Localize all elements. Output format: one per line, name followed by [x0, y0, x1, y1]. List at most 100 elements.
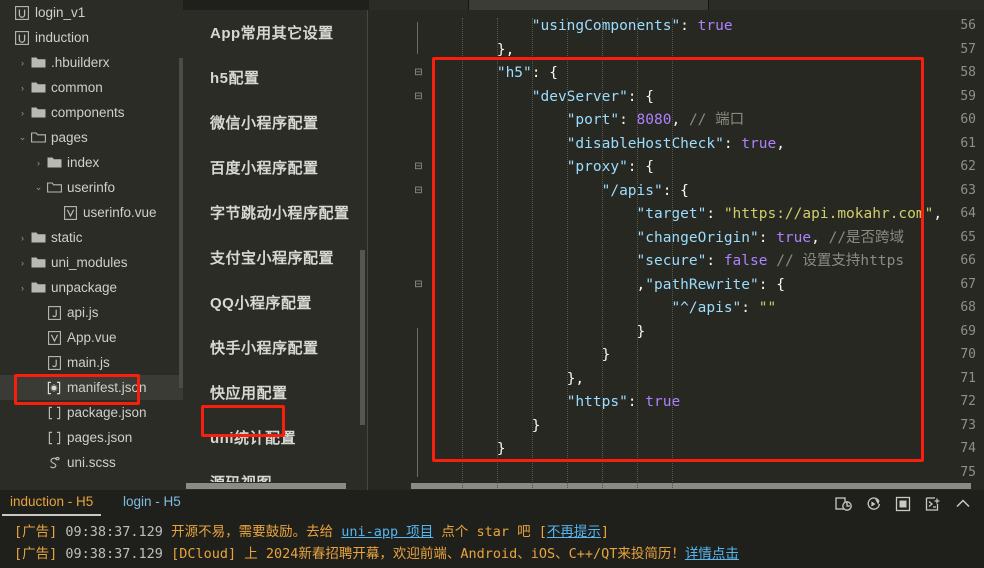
file-tree-item[interactable]: › index — [0, 150, 183, 175]
editor-tab-partial-3[interactable] — [709, 0, 984, 10]
chevron-right-icon[interactable]: › — [32, 158, 45, 168]
manifest-section-item-label: h5配置 — [210, 70, 260, 87]
file-tree-item[interactable]: › static — [0, 225, 183, 250]
fold-toggle-icon[interactable]: ⊟ — [413, 68, 424, 79]
console-tab[interactable]: login - H5 — [115, 494, 189, 516]
code-line[interactable]: "target": "https://api.mokahr.com", — [427, 206, 943, 222]
code-line[interactable]: } — [427, 441, 506, 457]
code-token: true — [697, 18, 733, 34]
file-tree[interactable]: login_v1 induction › .hbuilderx › common › comp… — [0, 0, 183, 475]
code-token: , — [933, 206, 943, 222]
chevron-down-icon[interactable]: ⌄ — [32, 182, 45, 193]
folder-icon — [29, 106, 47, 119]
code-editor[interactable]: 56 57 58 59 60 61 62 63 64 65 66 67 68 69 70 71 72 73 74 75… — [369, 10, 984, 490]
code-line[interactable]: }, — [427, 42, 514, 58]
log-text-tail: ] — [600, 524, 610, 540]
restart-server-icon[interactable] — [832, 493, 854, 515]
menu-horizontal-scrollbar[interactable] — [183, 482, 367, 490]
file-tree-item[interactable]: pages.json — [0, 425, 183, 450]
code-token: , — [671, 112, 689, 128]
chevron-right-icon[interactable]: › — [16, 258, 29, 268]
chevron-right-icon[interactable]: › — [16, 283, 29, 293]
console-tab[interactable]: induction - H5 — [2, 494, 102, 516]
editor-tab-partial-1[interactable] — [369, 0, 469, 10]
code-token: : — [619, 112, 637, 128]
code-line[interactable]: "port": 8080, // 端口 — [427, 112, 744, 128]
file-tree-item[interactable]: login_v1 — [0, 0, 183, 25]
file-tree-item[interactable]: main.js — [0, 350, 183, 375]
code-line[interactable]: "changeOrigin": true, //是否跨域 — [427, 229, 905, 246]
manifest-section-item-label: 支付宝小程序配置 — [210, 250, 335, 267]
chevron-right-icon[interactable]: › — [16, 233, 29, 243]
code-token: "disableHostCheck" — [566, 135, 724, 152]
code-line[interactable]: "https": true — [427, 394, 681, 410]
code-token: "https://api.mokahr.com" — [723, 206, 934, 222]
file-tree-item[interactable]: userinfo.vue — [0, 200, 183, 225]
file-tree-item[interactable]: induction — [0, 25, 183, 50]
code-line[interactable]: "disableHostCheck": true, — [427, 136, 785, 152]
log-tag: [广告] — [14, 524, 58, 540]
fold-toggle-icon[interactable]: ⊟ — [413, 91, 424, 103]
code-line[interactable]: } — [427, 324, 646, 340]
chevron-right-icon[interactable]: › — [16, 83, 29, 93]
file-tree-item-label: pages — [51, 130, 88, 145]
file-tree-item[interactable]: › components — [0, 100, 183, 125]
file-tree-item[interactable]: › common — [0, 75, 183, 100]
chevron-right-icon[interactable]: › — [16, 58, 29, 68]
log-link-secondary[interactable]: 不再提示 — [547, 524, 601, 540]
manifest-section-item[interactable]: QQ小程序配置 — [183, 280, 367, 325]
code-token: : — [706, 253, 724, 269]
run-icon[interactable] — [862, 493, 884, 515]
manifest-section-menu[interactable]: App常用其它设置 h5配置微信小程序配置 百度小程序配置 字节跳动小程序配置支付宝小… — [183, 10, 368, 490]
code-line[interactable]: } — [427, 418, 541, 434]
chevron-right-icon[interactable]: › — [16, 108, 29, 118]
log-link[interactable]: 详情点击 — [685, 546, 739, 562]
log-link[interactable]: uni-app 项目 — [341, 524, 433, 540]
manifest-section-list[interactable]: App常用其它设置 h5配置微信小程序配置 百度小程序配置 字节跳动小程序配置支付宝小… — [183, 10, 367, 490]
hbuilderx-window: login_v1 induction › .hbuilderx › common › comp… — [0, 0, 984, 568]
editor-tab-partial-2[interactable] — [469, 0, 709, 10]
manifest-section-item[interactable]: h5配置 — [183, 55, 367, 100]
file-tree-item[interactable]: ⌄ pages — [0, 125, 183, 150]
code-line[interactable]: } — [427, 347, 611, 363]
collapse-panel-icon[interactable] — [952, 493, 974, 515]
stop-icon[interactable] — [892, 493, 914, 515]
manifest-section-item[interactable]: 快应用配置 — [183, 370, 367, 415]
manifest-section-item[interactable]: App常用其它设置 — [183, 10, 367, 55]
manifest-section-item[interactable]: 微信小程序配置 — [183, 100, 367, 145]
manifest-section-item[interactable]: 快手小程序配置 — [183, 325, 367, 370]
console-log-area[interactable]: [广告] 09:38:37.129 开源不易，需要鼓励。去给 uni-app 项… — [0, 520, 984, 568]
code-line[interactable]: }, — [427, 371, 584, 387]
manifest-section-item[interactable]: uni统计配置 — [183, 415, 367, 460]
editor-code-lines[interactable]: "usingComponents": true }, "h5": { "devS… — [427, 10, 984, 490]
manifest-section-item[interactable]: 字节跳动小程序配置 — [183, 190, 367, 235]
file-tree-item[interactable]: App.vue — [0, 325, 183, 350]
file-tree-item[interactable]: ⌄ userinfo — [0, 175, 183, 200]
file-tree-item[interactable]: package.json — [0, 400, 183, 425]
manifest-section-item[interactable]: 支付宝小程序配置 — [183, 235, 367, 280]
file-explorer[interactable]: login_v1 induction › .hbuilderx › common › comp… — [0, 0, 183, 490]
chevron-down-icon[interactable]: ⌄ — [16, 132, 29, 143]
code-line[interactable]: "secure": false // 设置支持https — [427, 253, 905, 269]
code-line[interactable]: "h5": { — [427, 65, 558, 81]
file-tree-item[interactable]: › unpackage — [0, 275, 183, 300]
file-tree-item[interactable]: › .hbuilderx — [0, 50, 183, 75]
file-tree-item[interactable]: manifest.json — [0, 375, 183, 400]
new-terminal-icon[interactable] — [922, 493, 944, 515]
code-token: true — [776, 229, 812, 246]
fold-toggle-icon[interactable]: ⊟ — [413, 162, 424, 173]
menu-vertical-scrollbar[interactable] — [360, 250, 365, 425]
code-token: : { — [531, 65, 558, 81]
file-tree-item[interactable]: api.js — [0, 300, 183, 325]
fold-toggle-icon[interactable]: ⊟ — [413, 185, 424, 197]
file-tree-item-label: App.vue — [67, 330, 117, 345]
file-tree-item[interactable]: uni.scss — [0, 450, 183, 475]
fold-guide-line — [417, 327, 418, 477]
manifest-section-item[interactable]: 百度小程序配置 — [183, 145, 367, 190]
code-line[interactable]: "/apis": { — [427, 183, 689, 199]
folder-icon — [29, 81, 47, 94]
fold-toggle-icon[interactable]: ⊟ — [413, 279, 424, 291]
file-tree-item[interactable]: › uni_modules — [0, 250, 183, 275]
code-line[interactable]: ,"pathRewrite": { — [427, 277, 785, 293]
code-line[interactable]: "usingComponents": true — [427, 18, 733, 34]
